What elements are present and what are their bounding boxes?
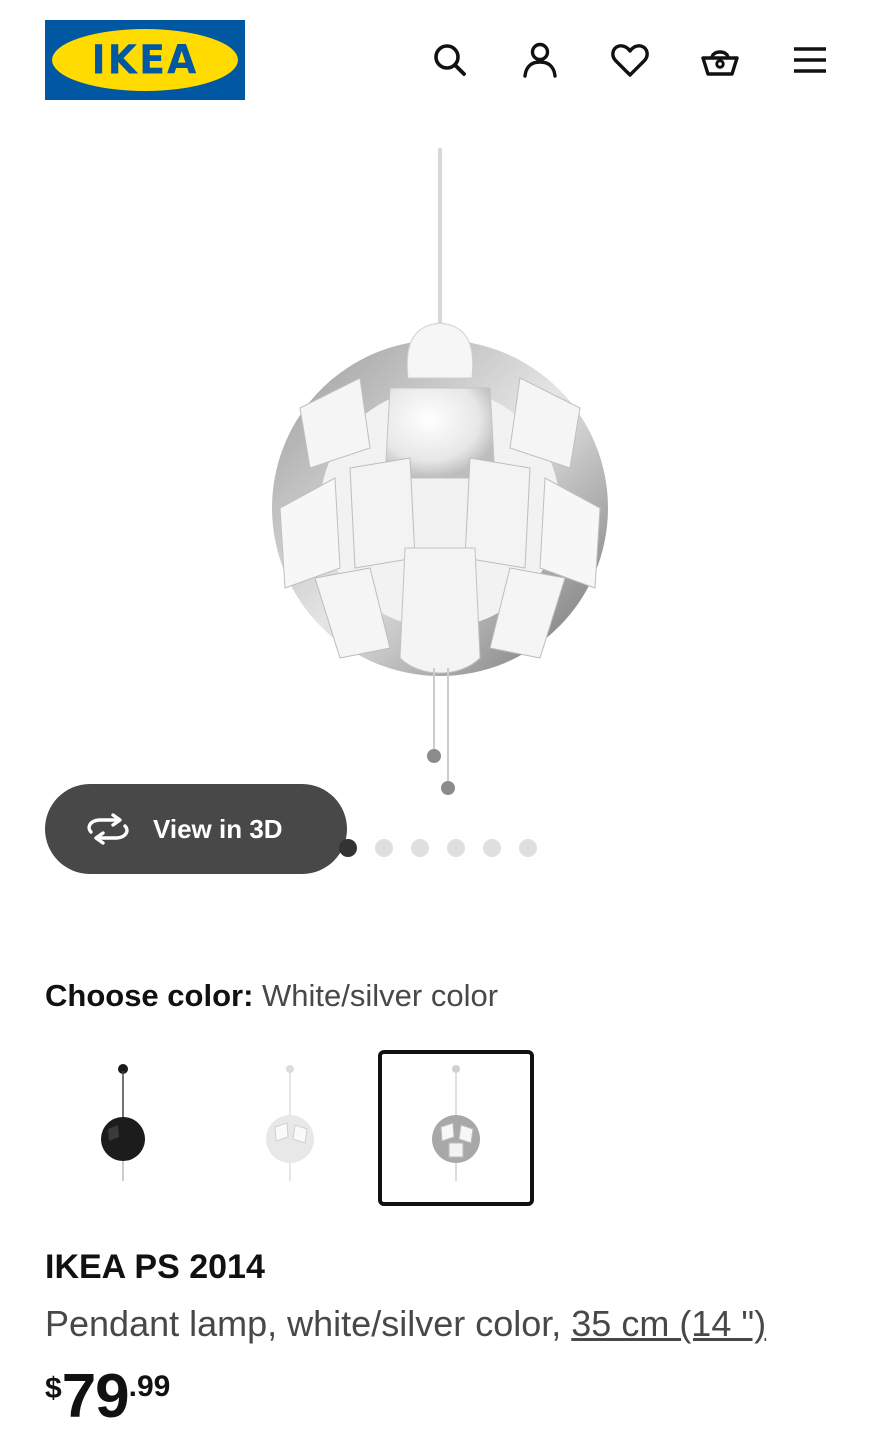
carousel-dot[interactable] [375, 839, 393, 857]
carousel-dot[interactable] [339, 839, 357, 857]
rotate-3d-icon [87, 813, 129, 845]
carousel-dots [339, 839, 555, 857]
product-price: $ 79 .99 [45, 1364, 170, 1430]
carousel-dot[interactable] [411, 839, 429, 857]
color-swatch-black[interactable] [45, 1050, 201, 1206]
ikea-logo[interactable]: IKEA [45, 20, 245, 100]
price-currency: $ [45, 1372, 62, 1405]
product-title: IKEA PS 2014 [45, 1248, 265, 1286]
product-image-pendant-lamp [272, 148, 608, 795]
view-in-3d-button[interactable]: View in 3D [45, 784, 347, 874]
menu-icon[interactable] [788, 38, 832, 82]
white-silver-lamp-thumbnail [432, 1065, 480, 1181]
header: IKEA [0, 0, 878, 120]
product-description: Pendant lamp, white/silver color, 35 cm … [45, 1303, 766, 1345]
choose-color-label: Choose color: White/silver color [45, 978, 498, 1014]
product-size-link[interactable]: 35 cm (14 ") [571, 1303, 766, 1344]
basket-icon[interactable] [698, 38, 742, 82]
choose-color-value: White/silver color [262, 978, 499, 1013]
logo-oval: IKEA [52, 29, 238, 91]
color-swatch-white-silver[interactable] [378, 1050, 534, 1206]
logo-text: IKEA [91, 36, 199, 84]
heart-icon[interactable] [608, 38, 652, 82]
view-in-3d-label: View in 3D [153, 813, 283, 844]
carousel-dot[interactable] [519, 839, 537, 857]
price-decimal: .99 [128, 1370, 171, 1403]
search-icon[interactable] [428, 38, 472, 82]
account-icon[interactable] [518, 38, 562, 82]
choose-color-key: Choose color: [45, 978, 254, 1013]
carousel-dot[interactable] [447, 839, 465, 857]
black-lamp-thumbnail [101, 1064, 145, 1181]
price-integer: 79 [61, 1362, 130, 1431]
white-lamp-thumbnail [266, 1065, 314, 1181]
color-swatch-white[interactable] [212, 1050, 368, 1206]
carousel-dot[interactable] [483, 839, 501, 857]
product-gallery[interactable]: View in 3D [0, 120, 878, 880]
product-description-text: Pendant lamp, white/silver color, [45, 1303, 562, 1344]
